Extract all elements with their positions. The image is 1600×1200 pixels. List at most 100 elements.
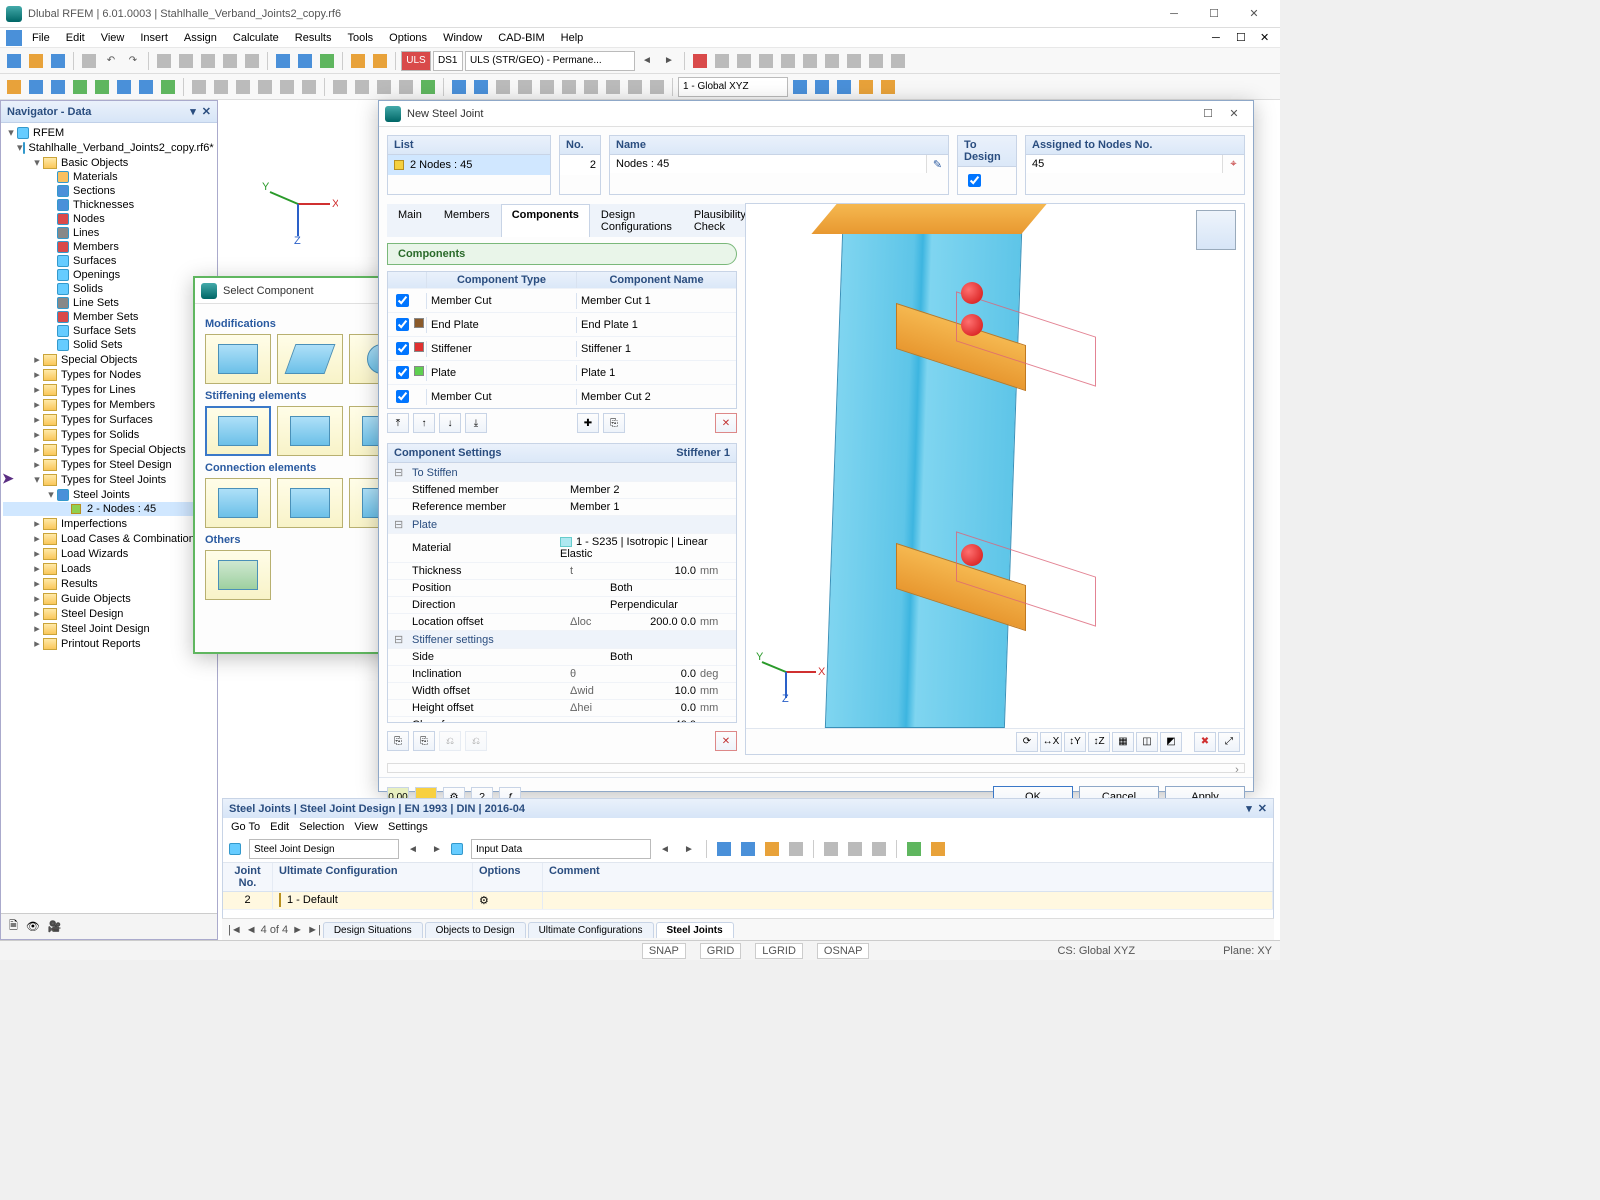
- bottom-tab[interactable]: Objects to Design: [425, 922, 526, 938]
- tb-redo-icon[interactable]: ↷: [123, 51, 143, 71]
- panel-tool-icon[interactable]: [738, 839, 758, 859]
- panel-tool-icon[interactable]: [821, 839, 841, 859]
- tb2-icon[interactable]: [418, 77, 438, 97]
- tb2-icon[interactable]: [352, 77, 372, 97]
- component-checkbox[interactable]: [396, 366, 409, 379]
- tb-icon[interactable]: [242, 51, 262, 71]
- nav-eye-icon[interactable]: 👁: [26, 920, 40, 933]
- to-design-checkbox[interactable]: [968, 174, 981, 187]
- bottom-tab[interactable]: Ultimate Configurations: [528, 922, 654, 938]
- tree-folder[interactable]: ▸Types for Members: [3, 397, 215, 412]
- tree-basic[interactable]: ▾Basic Objects: [3, 155, 215, 170]
- tb2-icon[interactable]: [48, 77, 68, 97]
- panel-tool-icon[interactable]: [928, 839, 948, 859]
- component-option[interactable]: [205, 550, 271, 600]
- tree-folder[interactable]: ▸Load Wizards: [3, 546, 215, 561]
- tb-icon[interactable]: [888, 51, 908, 71]
- list-item[interactable]: 2 Nodes : 45: [388, 155, 550, 175]
- tb-icon[interactable]: [295, 51, 315, 71]
- tb2-icon[interactable]: [559, 77, 579, 97]
- close-button[interactable]: ✕: [1234, 7, 1274, 20]
- component-option[interactable]: [205, 478, 271, 528]
- status-snap[interactable]: SNAP: [642, 943, 686, 959]
- tb-icon[interactable]: [220, 51, 240, 71]
- panel-next-icon[interactable]: ►: [427, 839, 447, 859]
- action-icon[interactable]: ⎌: [439, 731, 461, 751]
- dialog-maximize-button[interactable]: ☐: [1195, 107, 1221, 120]
- preview-tool-icon[interactable]: ✖: [1194, 732, 1216, 752]
- panel-dropdown-1[interactable]: Steel Joint Design: [249, 839, 399, 859]
- tb2-icon[interactable]: [515, 77, 535, 97]
- tree-basic-item[interactable]: Surface Sets: [3, 324, 215, 338]
- coord-dropdown[interactable]: 1 - Global XYZ: [678, 77, 788, 97]
- action-icon[interactable]: ⎘: [387, 731, 409, 751]
- component-checkbox[interactable]: [396, 318, 409, 331]
- tb2-icon[interactable]: [856, 77, 876, 97]
- tree-steel-joints[interactable]: ▾Steel Joints: [3, 487, 215, 502]
- tree-folder[interactable]: ▸Types for Lines: [3, 382, 215, 397]
- component-row[interactable]: Stiffener Stiffener 1: [388, 336, 736, 360]
- panel-tool-icon[interactable]: [786, 839, 806, 859]
- tb-icon[interactable]: [690, 51, 710, 71]
- tb-icon[interactable]: [866, 51, 886, 71]
- preview-tool-icon[interactable]: ↔X: [1040, 732, 1062, 752]
- bottom-tab[interactable]: Design Situations: [323, 922, 423, 938]
- name-edit-icon[interactable]: ✎: [926, 155, 948, 173]
- tb-icon[interactable]: [756, 51, 776, 71]
- tb-icon[interactable]: [198, 51, 218, 71]
- tree-folder[interactable]: ▸Types for Surfaces: [3, 412, 215, 427]
- mdi-maximize[interactable]: ☐: [1230, 29, 1250, 46]
- tb2-icon[interactable]: [255, 77, 275, 97]
- navigator-pin-icon[interactable]: ▾: [190, 105, 196, 118]
- tree-root[interactable]: ▾RFEM: [3, 125, 215, 140]
- tb2-icon[interactable]: [189, 77, 209, 97]
- status-lgrid[interactable]: LGRID: [755, 943, 803, 959]
- preview-tool-icon[interactable]: ↕Z: [1088, 732, 1110, 752]
- menu-options[interactable]: Options: [383, 30, 433, 46]
- preview-tool-icon[interactable]: ◫: [1136, 732, 1158, 752]
- move-down-icon[interactable]: ↓: [439, 413, 461, 433]
- menu-results[interactable]: Results: [289, 30, 338, 46]
- tree-folder[interactable]: ▸Types for Solids: [3, 427, 215, 442]
- tb2-icon[interactable]: [92, 77, 112, 97]
- first-page-icon[interactable]: |◄: [228, 924, 242, 936]
- panel-prev-icon[interactable]: ◄: [655, 839, 675, 859]
- navigator-tree[interactable]: ▾RFEM ▾Stahlhalle_Verband_Joints2_copy.r…: [1, 123, 217, 913]
- component-option[interactable]: [205, 334, 271, 384]
- tb2-icon[interactable]: [70, 77, 90, 97]
- preview-tool-icon[interactable]: ⤢: [1218, 732, 1240, 752]
- tb2-icon[interactable]: [625, 77, 645, 97]
- tb2-icon[interactable]: [374, 77, 394, 97]
- tb2-icon[interactable]: [330, 77, 350, 97]
- preview-tool-icon[interactable]: ▦: [1112, 732, 1134, 752]
- tb2-icon[interactable]: [647, 77, 667, 97]
- tree-steel-joints-item[interactable]: 2 - Nodes : 45: [3, 502, 215, 516]
- tb2-icon[interactable]: [233, 77, 253, 97]
- tree-basic-item[interactable]: Surfaces: [3, 254, 215, 268]
- tb2-icon[interactable]: [26, 77, 46, 97]
- tree-folder[interactable]: ▸Loads: [3, 561, 215, 576]
- menu-insert[interactable]: Insert: [134, 30, 174, 46]
- tb2-icon[interactable]: [581, 77, 601, 97]
- panel-prev-icon[interactable]: ◄: [403, 839, 423, 859]
- tab-components[interactable]: Components: [501, 204, 590, 237]
- tb-icon[interactable]: [800, 51, 820, 71]
- menu-help[interactable]: Help: [555, 30, 590, 46]
- menu-file[interactable]: File: [26, 30, 56, 46]
- panel-menu-item[interactable]: Go To: [231, 821, 260, 833]
- tab-design-config[interactable]: Design Configurations: [590, 204, 683, 237]
- tree-basic-item[interactable]: Nodes: [3, 212, 215, 226]
- tb-open-icon[interactable]: [26, 51, 46, 71]
- action-icon[interactable]: ⎘: [413, 731, 435, 751]
- nav-data-icon[interactable]: 🗎: [9, 917, 18, 936]
- tb2-icon[interactable]: [493, 77, 513, 97]
- tree-basic-item[interactable]: Materials: [3, 170, 215, 184]
- tb-icon[interactable]: [778, 51, 798, 71]
- tree-folder[interactable]: ▸Types for Steel Design: [3, 457, 215, 472]
- tb2-icon[interactable]: [136, 77, 156, 97]
- move-up-icon[interactable]: ↑: [413, 413, 435, 433]
- panel-pin-icon[interactable]: ▾: [1246, 802, 1252, 815]
- panel-menu-item[interactable]: Selection: [299, 821, 344, 833]
- mdi-minimize[interactable]: ─: [1206, 30, 1226, 46]
- panel-tool-icon[interactable]: [845, 839, 865, 859]
